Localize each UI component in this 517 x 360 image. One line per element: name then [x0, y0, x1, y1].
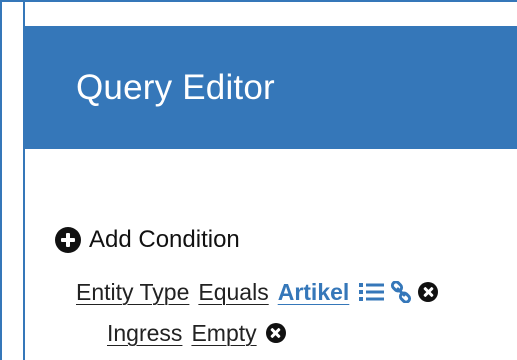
condition-row: Entity Type Equals Artikel — [76, 277, 444, 307]
remove-circle-icon[interactable] — [265, 323, 286, 343]
remove-condition-button[interactable] — [265, 323, 286, 343]
add-condition-button[interactable]: Add Condition — [55, 225, 240, 255]
remove-circle-icon[interactable] — [418, 282, 439, 302]
condition-field-link[interactable]: Entity Type — [76, 279, 189, 306]
add-condition-label: Add Condition — [89, 226, 240, 253]
condition-operator-link[interactable]: Equals — [198, 279, 268, 306]
condition-operator-link[interactable]: Empty — [191, 320, 256, 347]
condition-row: Ingress Empty — [107, 318, 292, 348]
query-editor-panel: Query Editor Add Condition Entity Type E… — [23, 0, 517, 360]
remove-condition-button[interactable] — [418, 282, 439, 302]
link-icon[interactable] — [390, 281, 412, 303]
panel-header: Query Editor — [25, 26, 517, 149]
condition-field-link[interactable]: Ingress — [107, 320, 182, 347]
list-icon[interactable] — [359, 282, 385, 302]
condition-value-link[interactable]: Artikel — [278, 279, 350, 306]
plus-circle-icon[interactable] — [55, 227, 81, 253]
page-title: Query Editor — [76, 68, 275, 107]
